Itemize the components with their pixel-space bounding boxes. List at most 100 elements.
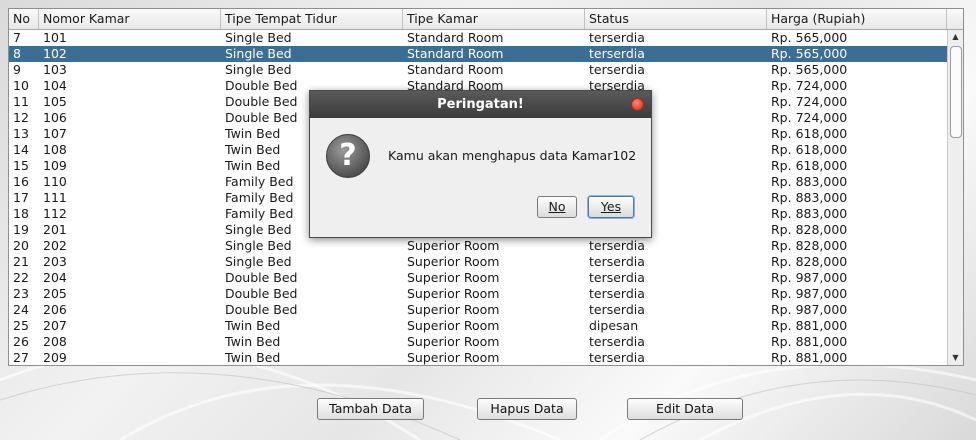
scrollbar-thumb[interactable] bbox=[950, 46, 962, 138]
cell-col-status: terserdia bbox=[589, 62, 645, 77]
cell-col-room-number: 110 bbox=[43, 174, 67, 189]
cell-col-price: Rp. 565,000 bbox=[771, 30, 848, 45]
arrow-up-icon[interactable]: ▲ bbox=[948, 30, 963, 44]
cell-col-bed-type: Single Bed bbox=[225, 254, 292, 269]
cell-col-room-type: Superior Room bbox=[407, 254, 500, 269]
cell-col-room-number: 105 bbox=[43, 94, 67, 109]
cell-col-no: 9 bbox=[13, 62, 21, 77]
table-row[interactable]: 8 102 Single Bed Standard Room terserdia Rp. … bbox=[9, 46, 947, 62]
table-row[interactable]: 24 206 Double Bed Superior Room terserdia Rp.… bbox=[9, 302, 947, 318]
cell-col-room-number: 107 bbox=[43, 126, 67, 141]
cell-col-bed-type: Twin Bed bbox=[225, 334, 281, 349]
cell-col-room-type: Superior Room bbox=[407, 318, 500, 333]
header-col-room-type[interactable]: Tipe Kamar bbox=[403, 9, 585, 29]
add-data-button[interactable]: Tambah Data bbox=[317, 398, 424, 420]
cell-col-bed-type: Single Bed bbox=[225, 62, 292, 77]
cell-col-price: Rp. 883,000 bbox=[771, 174, 848, 189]
cell-col-room-type: Superior Room bbox=[407, 238, 500, 253]
header-col-status[interactable]: Status bbox=[585, 9, 767, 29]
cell-col-no: 11 bbox=[13, 94, 29, 109]
cell-col-room-number: 203 bbox=[43, 254, 67, 269]
header-col-price[interactable]: Harga (Rupiah) bbox=[767, 9, 947, 29]
cell-col-bed-type: Single Bed bbox=[225, 30, 292, 45]
table-row[interactable]: 25 207 Twin Bed Superior Room dipesan Rp. 881… bbox=[9, 318, 947, 334]
cell-col-room-number: 205 bbox=[43, 286, 67, 301]
cell-col-no: 10 bbox=[13, 78, 29, 93]
cell-col-bed-type: Single Bed bbox=[225, 238, 292, 253]
cell-col-status: terserdia bbox=[589, 302, 645, 317]
cell-col-room-number: 108 bbox=[43, 142, 67, 157]
table-row[interactable]: 22 204 Double Bed Superior Room terserdia Rp.… bbox=[9, 270, 947, 286]
header-col-room-number[interactable]: Nomor Kamar bbox=[39, 9, 221, 29]
table-row[interactable]: 27 209 Twin Bed Superior Room terserdia Rp. 8… bbox=[9, 350, 947, 365]
table-row[interactable]: 7 101 Single Bed Standard Room terserdia Rp. … bbox=[9, 30, 947, 46]
cell-col-status: terserdia bbox=[589, 350, 645, 365]
cell-col-no: 23 bbox=[13, 286, 29, 301]
cell-col-room-number: 201 bbox=[43, 222, 67, 237]
table-header: No Nomor Kamar Tipe Tempat Tidur Tipe Kamar… bbox=[9, 9, 947, 30]
cell-col-price: Rp. 987,000 bbox=[771, 302, 848, 317]
cell-col-bed-type: Double Bed bbox=[225, 302, 298, 317]
cell-col-room-number: 208 bbox=[43, 334, 67, 349]
edit-data-button[interactable]: Edit Data bbox=[627, 398, 743, 420]
cell-col-no: 17 bbox=[13, 190, 29, 205]
cell-col-room-number: 103 bbox=[43, 62, 67, 77]
cell-col-room-number: 209 bbox=[43, 350, 67, 365]
cell-col-room-number: 206 bbox=[43, 302, 67, 317]
cell-col-status: terserdia bbox=[589, 238, 645, 253]
header-col-bed-type[interactable]: Tipe Tempat Tidur bbox=[221, 9, 403, 29]
cell-col-price: Rp. 881,000 bbox=[771, 318, 848, 333]
table-row[interactable]: 20 202 Single Bed Superior Room terserdia Rp.… bbox=[9, 238, 947, 254]
close-icon[interactable] bbox=[631, 98, 644, 111]
cell-col-bed-type: Double Bed bbox=[225, 286, 298, 301]
cell-col-price: Rp. 987,000 bbox=[771, 286, 848, 301]
cell-col-room-number: 112 bbox=[43, 206, 67, 221]
cell-col-price: Rp. 828,000 bbox=[771, 238, 848, 253]
yes-button[interactable]: Yes bbox=[588, 196, 634, 218]
cell-col-price: Rp. 724,000 bbox=[771, 110, 848, 125]
cell-col-bed-type: Twin Bed bbox=[225, 318, 281, 333]
cell-col-price: Rp. 828,000 bbox=[771, 254, 848, 269]
cell-col-no: 21 bbox=[13, 254, 29, 269]
cell-col-room-type: Standard Room bbox=[407, 30, 504, 45]
cell-col-no: 8 bbox=[13, 46, 21, 61]
cell-col-room-type: Superior Room bbox=[407, 286, 500, 301]
cell-col-room-number: 109 bbox=[43, 158, 67, 173]
vertical-scrollbar[interactable]: ▲ ▼ bbox=[947, 30, 963, 365]
cell-col-price: Rp. 618,000 bbox=[771, 126, 848, 141]
cell-col-no: 14 bbox=[13, 142, 29, 157]
cell-col-no: 7 bbox=[13, 30, 21, 45]
cell-col-status: terserdia bbox=[589, 270, 645, 285]
table-row[interactable]: 23 205 Double Bed Superior Room terserdia Rp.… bbox=[9, 286, 947, 302]
cell-col-price: Rp. 883,000 bbox=[771, 190, 848, 205]
cell-col-price: Rp. 724,000 bbox=[771, 94, 848, 109]
cell-col-room-type: Superior Room bbox=[407, 270, 500, 285]
header-col-no[interactable]: No bbox=[9, 9, 39, 29]
confirm-delete-dialog: Peringatan! ? Kamu akan menghapus data K… bbox=[309, 90, 652, 238]
cell-col-room-number: 202 bbox=[43, 238, 67, 253]
table-row[interactable]: 26 208 Twin Bed Superior Room terserdia Rp. 8… bbox=[9, 334, 947, 350]
cell-col-price: Rp. 565,000 bbox=[771, 46, 848, 61]
cell-col-room-number: 101 bbox=[43, 30, 67, 45]
table-row[interactable]: 21 203 Single Bed Superior Room terserdia Rp.… bbox=[9, 254, 947, 270]
cell-col-price: Rp. 883,000 bbox=[771, 206, 848, 221]
cell-col-status: terserdia bbox=[589, 46, 645, 61]
cell-col-no: 13 bbox=[13, 126, 29, 141]
cell-col-room-type: Superior Room bbox=[407, 302, 500, 317]
no-button[interactable]: No bbox=[537, 196, 577, 218]
cell-col-room-number: 102 bbox=[43, 46, 67, 61]
cell-col-price: Rp. 828,000 bbox=[771, 222, 848, 237]
cell-col-status: terserdia bbox=[589, 30, 645, 45]
cell-col-price: Rp. 565,000 bbox=[771, 62, 848, 77]
cell-col-no: 24 bbox=[13, 302, 29, 317]
cell-col-room-type: Superior Room bbox=[407, 350, 500, 365]
cell-col-no: 25 bbox=[13, 318, 29, 333]
cell-col-no: 27 bbox=[13, 350, 29, 365]
cell-col-no: 20 bbox=[13, 238, 29, 253]
cell-col-status: terserdia bbox=[589, 254, 645, 269]
cell-col-status: terserdia bbox=[589, 286, 645, 301]
table-row[interactable]: 9 103 Single Bed Standard Room terserdia Rp. … bbox=[9, 62, 947, 78]
arrow-down-icon[interactable]: ▼ bbox=[948, 351, 963, 365]
cell-col-price: Rp. 987,000 bbox=[771, 270, 848, 285]
delete-data-button[interactable]: Hapus Data bbox=[477, 398, 577, 420]
